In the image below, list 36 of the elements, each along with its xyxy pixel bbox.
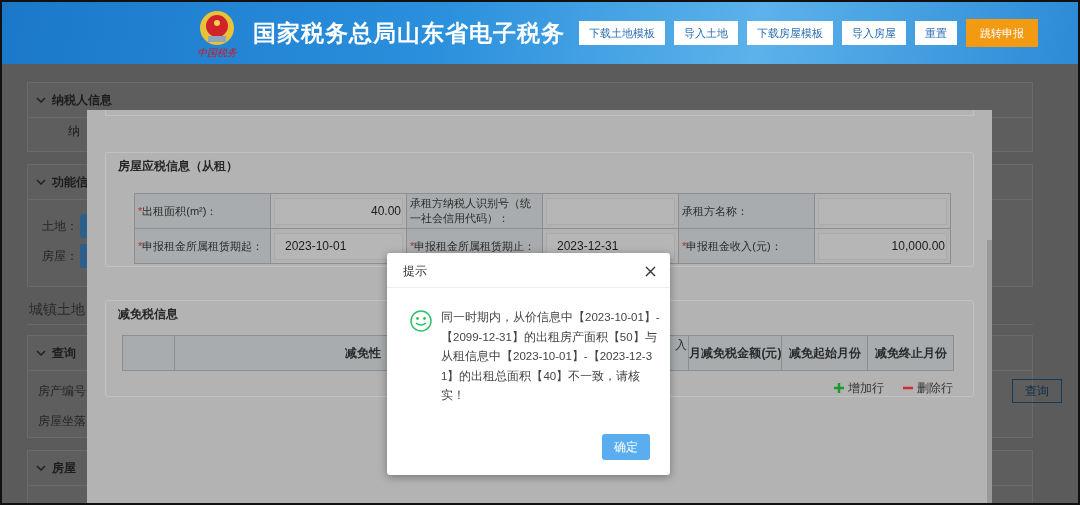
input-field[interactable]: 10,000.00 (818, 232, 947, 260)
field-label: 纳 (68, 123, 81, 140)
input-field[interactable]: 40.00 (274, 197, 403, 225)
header-button[interactable]: 下载房屋模板 (747, 21, 833, 45)
panel-title: 纳税人信息 (52, 92, 112, 109)
header-title: 国家税务总局山东省电子税务 (253, 18, 566, 48)
field-label: *出租面积(m²)： (134, 193, 271, 229)
input-field[interactable]: 2023-10-01 (274, 232, 403, 260)
field-label: 承租方名称： (678, 193, 815, 229)
header-button[interactable]: 重置 (915, 21, 957, 45)
chevron-icon[interactable] (36, 350, 46, 356)
chevron-icon[interactable] (36, 179, 46, 185)
logo-caption: 中国税务 (197, 47, 237, 58)
scrollbar[interactable] (987, 240, 992, 503)
action-link[interactable]: 删除行 (902, 379, 953, 397)
table-header-cell: 减免起始月份 (781, 335, 868, 371)
plus-icon (833, 382, 845, 394)
header-button[interactable]: 下载土地模板 (579, 21, 665, 45)
table-header-cell (122, 335, 175, 371)
emblem-icon (198, 8, 236, 47)
field-label: 承租方纳税人识别号（统一社会信用代码）： (406, 193, 543, 229)
field-label: *申报租金所属租赁期起： (134, 228, 271, 264)
panel-title: 功能信 (52, 174, 88, 191)
table-header-cell: 减免终止月份 (867, 335, 954, 371)
header-button[interactable]: 导入房屋 (842, 21, 906, 45)
chevron-icon[interactable] (36, 97, 46, 103)
smiley-icon (410, 310, 432, 332)
panel-title: 房屋 (52, 460, 76, 477)
table-header-cell: 月减免税金额(元) (688, 335, 782, 371)
chevron-icon[interactable] (36, 465, 46, 471)
field-label: *申报租金收入(元)： (678, 228, 815, 264)
dialog-title: 提示 (403, 263, 427, 280)
close-icon[interactable] (645, 265, 656, 277)
action-link[interactable]: 增加行 (833, 379, 884, 397)
panel-title: 查询 (52, 345, 76, 362)
header-button[interactable]: 导入土地 (674, 21, 738, 45)
